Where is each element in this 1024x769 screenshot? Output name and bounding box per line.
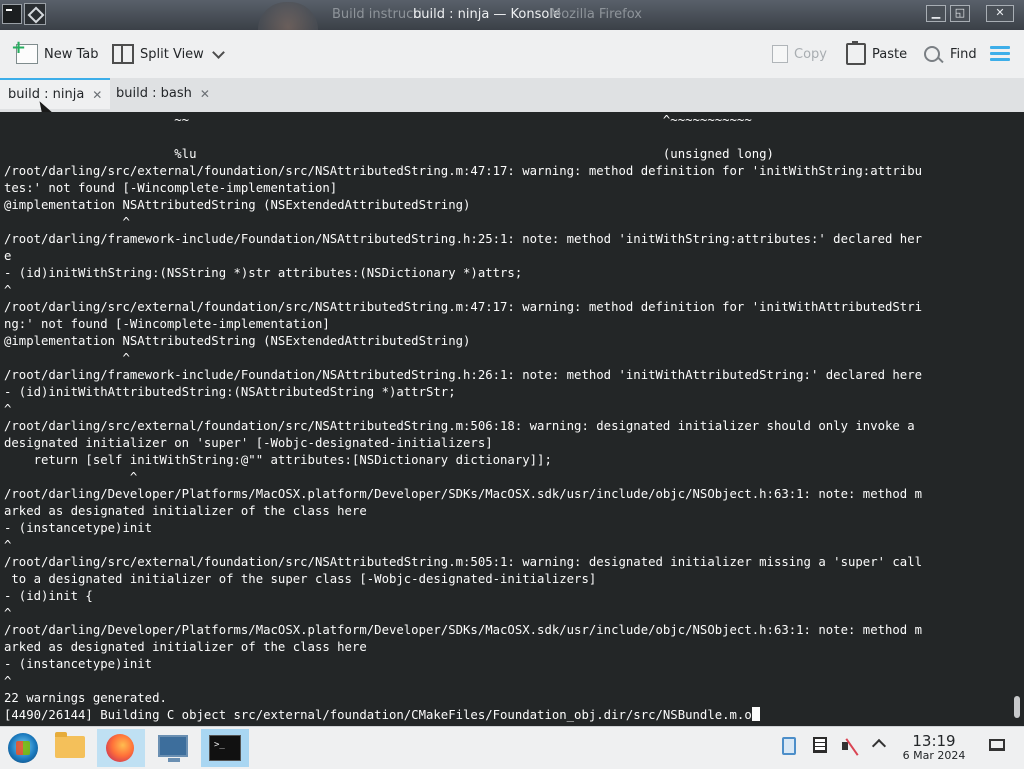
terminal-line: return [self initWithString:@"" attribut…: [4, 453, 552, 467]
terminal-line: ^: [4, 351, 130, 365]
terminal-line: /root/darling/Developer/Platforms/MacOSX…: [4, 487, 923, 501]
copy-button[interactable]: Copy: [772, 30, 827, 78]
terminal-line: ng:' not found [-Wincomplete-implementat…: [4, 317, 330, 331]
system-settings-launcher[interactable]: [149, 729, 197, 767]
paste-button[interactable]: Paste: [846, 30, 907, 78]
terminal-line: e: [4, 249, 12, 263]
terminal-line: - (id)initWithString:(NSString *)str att…: [4, 266, 523, 280]
notes-icon: [813, 737, 827, 753]
window-title: build : ninja — Konsole: [413, 7, 561, 22]
terminal-line: arked as designated initializer of the c…: [4, 640, 367, 654]
chevron-up-icon: [871, 738, 887, 754]
clipboard-icon: [782, 737, 796, 755]
new-tab-button[interactable]: New Tab: [11, 30, 99, 78]
terminal-line: arked as designated initializer of the c…: [4, 504, 367, 518]
start-menu-icon: [8, 733, 38, 763]
notes-tray-item[interactable]: [813, 737, 827, 753]
terminal-line: ^: [4, 606, 12, 620]
split-view-label: Split View: [140, 46, 204, 62]
folder-icon: [55, 732, 85, 758]
monitor-icon: [158, 735, 188, 762]
tab-label: build : bash: [116, 86, 192, 101]
terminal-line: /root/darling/src/external/foundation/sr…: [4, 164, 923, 178]
search-icon: [924, 46, 940, 62]
background-decoration: [258, 2, 318, 30]
split-view-button[interactable]: Split View: [112, 30, 225, 78]
tab-build-ninja[interactable]: build : ninja ✕: [0, 78, 111, 109]
clipboard-tray-item[interactable]: [782, 737, 796, 755]
terminal-line: ^: [4, 470, 138, 484]
terminal-line: /root/darling/src/external/foundation/sr…: [4, 300, 923, 314]
terminal-line: /root/darling/framework-include/Foundati…: [4, 232, 923, 246]
firefox-icon: [106, 734, 134, 762]
terminal-line: tes:' not found [-Wincomplete-implementa…: [4, 181, 338, 195]
tab-build-bash[interactable]: build : bash ✕: [108, 78, 218, 109]
close-tab-icon[interactable]: ✕: [92, 88, 102, 102]
terminal-line: ^: [4, 674, 12, 688]
maximize-button[interactable]: ◱: [950, 5, 970, 22]
firefox-task[interactable]: [97, 729, 145, 767]
clock[interactable]: 13:19 6 Mar 2024: [897, 733, 971, 763]
show-hidden-icons-button[interactable]: [871, 737, 887, 754]
minimize-button[interactable]: ▁: [926, 5, 946, 22]
volume-muted-icon: [842, 737, 860, 755]
terminal-line: /root/darling/src/external/foundation/sr…: [4, 555, 923, 569]
new-tab-label: New Tab: [44, 46, 99, 62]
terminal-line: - (id)initWithAttributedString:(NSAttrib…: [4, 385, 456, 399]
terminal-view[interactable]: ~~ ^~~~~~~~~~~~ %lu (unsigned long) /root…: [0, 112, 1024, 726]
paste-label: Paste: [872, 46, 908, 62]
clock-time: 13:19: [912, 732, 956, 750]
copy-label: Copy: [794, 46, 827, 62]
find-button[interactable]: Find: [924, 30, 977, 78]
terminal-scrollbar[interactable]: [1014, 696, 1020, 718]
terminal-line: ^: [4, 215, 130, 229]
copy-icon: [772, 45, 788, 63]
file-manager-launcher[interactable]: [46, 729, 94, 767]
terminal-line: - (instancetype)init: [4, 521, 153, 535]
window-menu-icon[interactable]: [24, 3, 46, 25]
volume-tray-item[interactable]: [842, 737, 860, 755]
terminal-line: ^: [4, 283, 12, 297]
terminal-status-text: [4490/26144] Building C object src/exter…: [4, 708, 752, 722]
terminal-line: /root/darling/framework-include/Foundati…: [4, 368, 923, 382]
konsole-icon: >_: [209, 735, 241, 761]
start-menu-button[interactable]: [0, 729, 48, 767]
taskbar: >_ 13:19 6 Mar 2024: [0, 726, 1024, 769]
terminal-line: %lu (unsigned long): [4, 147, 774, 161]
new-tab-icon: [11, 37, 38, 64]
tab-bar: build : ninja ✕ build : bash ✕: [0, 78, 1024, 112]
hamburger-menu-icon[interactable]: [990, 46, 1010, 62]
close-window-button[interactable]: ✕: [986, 5, 1014, 22]
terminal-line: @implementation NSAttributedString (NSEx…: [4, 334, 471, 348]
terminal-line: - (id)init {: [4, 589, 93, 603]
close-tab-icon[interactable]: ✕: [200, 87, 210, 101]
chevron-down-icon: [211, 45, 225, 59]
konsole-toolbar: New Tab Split View Copy Paste Find: [0, 30, 1024, 79]
terminal-line: 22 warnings generated.: [4, 691, 167, 705]
terminal-line: /root/darling/Developer/Platforms/MacOSX…: [4, 623, 923, 637]
terminal-output: ~~ ^~~~~~~~~~~~ %lu (unsigned long) /root…: [4, 112, 1000, 724]
terminal-cursor: [751, 707, 760, 721]
terminal-line: ^: [4, 538, 12, 552]
paste-icon: [846, 41, 866, 65]
window-title-ghost: Build instructi: [332, 7, 422, 22]
terminal-line: ~~ ^~~~~~~~~~~~: [4, 113, 752, 127]
konsole-task[interactable]: >_: [201, 729, 249, 767]
terminal-status-line: [4490/26144] Building C object src/exter…: [4, 707, 1000, 724]
terminal-line: - (instancetype)init: [4, 657, 153, 671]
terminal-line: designated initializer on 'super' [-Wobj…: [4, 436, 493, 450]
split-view-icon: [112, 44, 134, 64]
terminal-line: @implementation NSAttributedString (NSEx…: [4, 198, 471, 212]
show-desktop-icon[interactable]: [989, 739, 1005, 751]
terminal-line: to a designated initializer of the super…: [4, 572, 597, 586]
clock-date: 6 Mar 2024: [902, 749, 966, 762]
terminal-line: ^: [4, 402, 12, 416]
konsole-app-icon[interactable]: [2, 4, 22, 24]
window-titlebar: Build instructi build : ninja — Konsole …: [0, 0, 1024, 30]
terminal-line: /root/darling/src/external/foundation/sr…: [4, 419, 915, 433]
find-label: Find: [950, 46, 977, 62]
window-title-ghost-secondary: Mozilla Firefox: [550, 7, 642, 22]
